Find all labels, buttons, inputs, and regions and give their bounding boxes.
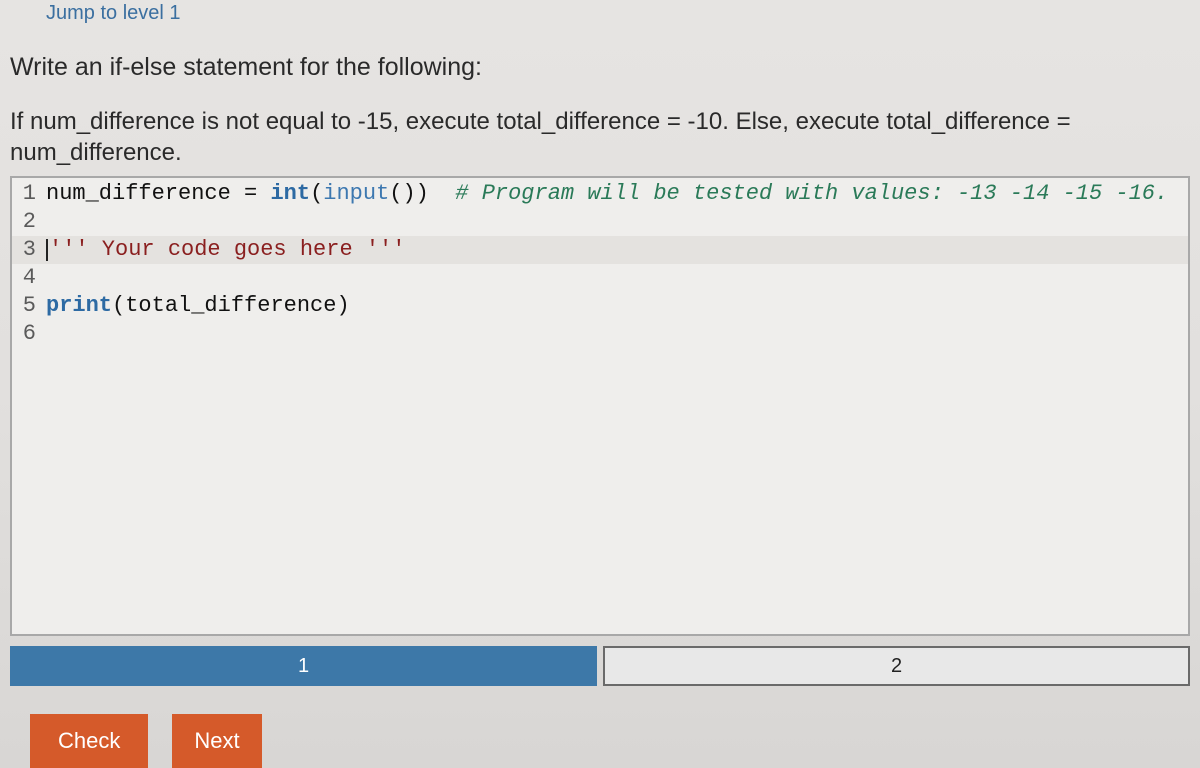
action-buttons: Check Next [10, 714, 1190, 768]
code-line[interactable]: 6 [12, 320, 1188, 348]
line-number: 5 [12, 292, 46, 320]
line-number: 3 [12, 236, 46, 264]
line-number: 6 [12, 320, 46, 348]
code-line[interactable]: 2 [12, 208, 1188, 236]
code-editor[interactable]: 1num_difference = int(input()) # Program… [10, 176, 1190, 636]
code-line[interactable]: 4 [12, 264, 1188, 292]
text-cursor [46, 239, 48, 261]
code-line[interactable]: 5print(total_difference) [12, 292, 1188, 320]
step-tab-1[interactable]: 1 [10, 646, 597, 686]
code-text[interactable] [46, 320, 1188, 348]
code-text[interactable] [46, 208, 1188, 236]
jump-to-level-link[interactable]: Jump to level 1 [10, 0, 1190, 43]
code-text[interactable] [46, 264, 1188, 292]
line-number: 4 [12, 264, 46, 292]
code-text[interactable]: num_difference = int(input()) # Program … [46, 180, 1188, 208]
code-line[interactable]: 3''' Your code goes here ''' [12, 236, 1188, 264]
page-root: Jump to level 1 Write an if-else stateme… [0, 0, 1200, 768]
next-button[interactable]: Next [172, 714, 261, 768]
step-tabs: 12 [10, 646, 1190, 686]
instruction-body: If num_difference is not equal to -15, e… [10, 106, 1190, 174]
step-tab-2[interactable]: 2 [603, 646, 1190, 686]
code-line[interactable]: 1num_difference = int(input()) # Program… [12, 180, 1188, 208]
code-text[interactable]: ''' Your code goes here ''' [46, 236, 1188, 264]
check-button[interactable]: Check [30, 714, 148, 768]
line-number: 1 [12, 180, 46, 208]
code-text[interactable]: print(total_difference) [46, 292, 1188, 320]
instruction-title: Write an if-else statement for the follo… [10, 43, 1190, 106]
line-number: 2 [12, 208, 46, 236]
